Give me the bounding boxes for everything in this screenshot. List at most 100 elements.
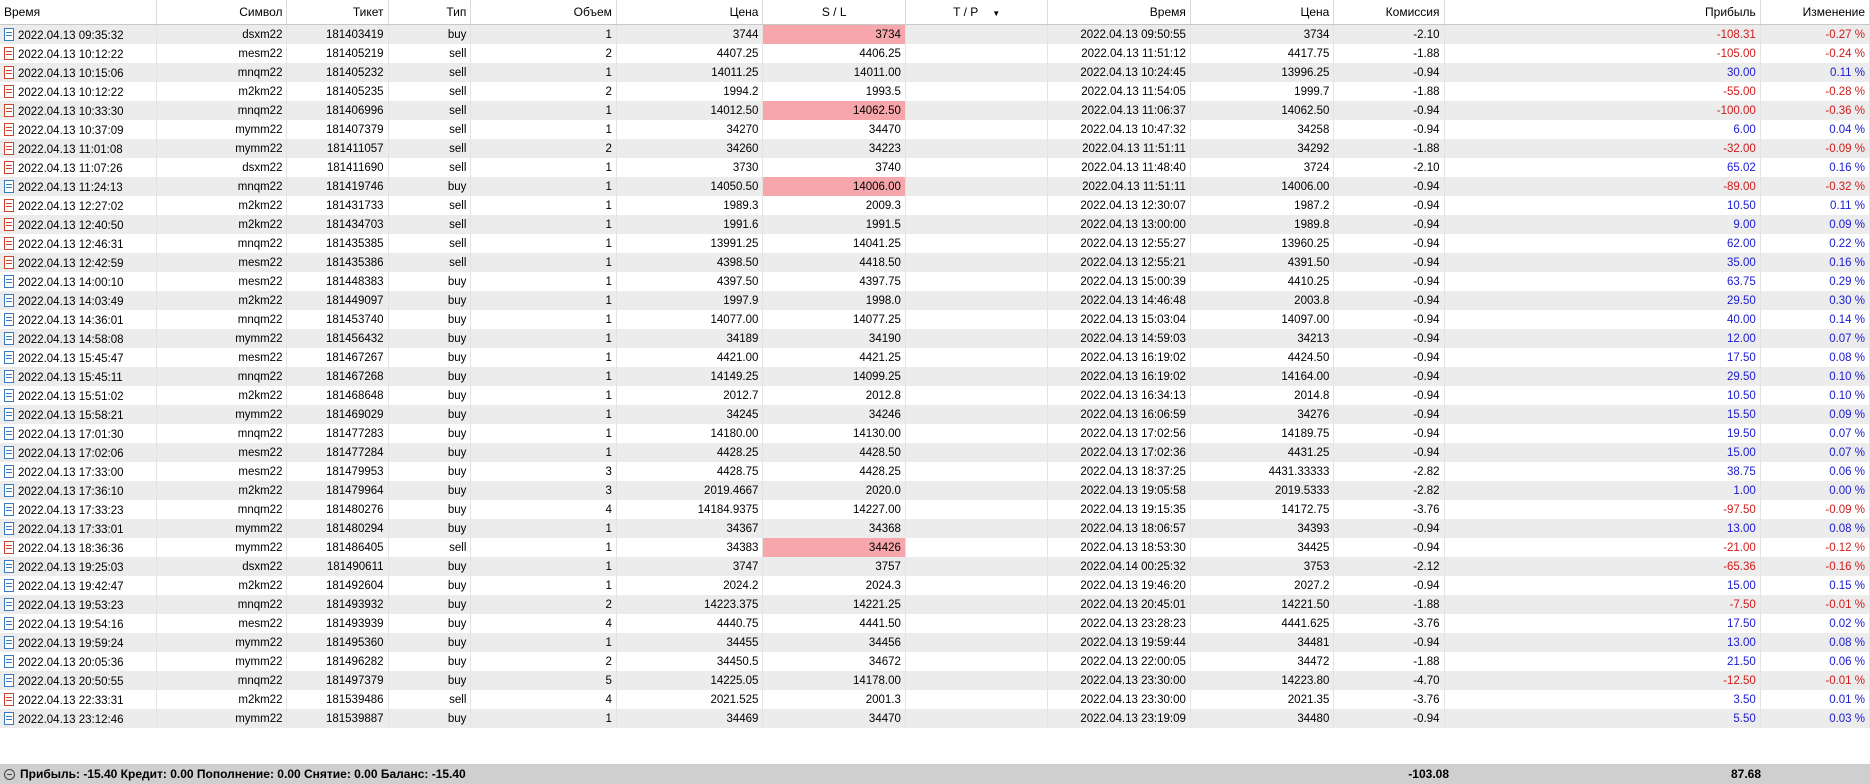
header-ticket[interactable]: Тикет bbox=[286, 0, 389, 25]
table-row[interactable]: 2022.04.13 10:12:22 mesm22 181405219 sell 2 4… bbox=[0, 44, 1870, 63]
cell-tp bbox=[905, 272, 1049, 291]
cell-sl: 4406.25 bbox=[762, 44, 906, 63]
table-row[interactable]: 2022.04.13 14:36:01 mnqm22 181453740 buy 1 14… bbox=[0, 310, 1870, 329]
cell-commission: -0.94 bbox=[1333, 177, 1445, 196]
header-symbol[interactable]: Символ bbox=[156, 0, 288, 25]
table-row[interactable]: 2022.04.13 12:42:59 mesm22 181435386 sell 1 4… bbox=[0, 253, 1870, 272]
table-row[interactable]: 2022.04.13 11:24:13 mnqm22 181419746 buy 1 14… bbox=[0, 177, 1870, 196]
table-row[interactable]: 2022.04.13 17:02:06 mesm22 181477284 buy 1 44… bbox=[0, 443, 1870, 462]
cell-price-close: 14223.80 bbox=[1190, 671, 1335, 690]
cell-tp bbox=[905, 519, 1049, 538]
table-row[interactable]: 2022.04.13 15:58:21 mymm22 181469029 buy 1 34… bbox=[0, 405, 1870, 424]
time-open-text: 2022.04.13 12:46:31 bbox=[18, 238, 124, 251]
header-commission[interactable]: Комиссия bbox=[1333, 0, 1445, 25]
table-row[interactable]: 2022.04.13 17:33:23 mnqm22 181480276 buy 4 14… bbox=[0, 500, 1870, 519]
table-row[interactable]: 2022.04.13 20:05:36 mymm22 181496282 buy 2 34… bbox=[0, 652, 1870, 671]
document-icon bbox=[4, 578, 14, 592]
cell-tp bbox=[905, 329, 1049, 348]
table-row[interactable]: 2022.04.13 10:37:09 mymm22 181407379 sell 1 3… bbox=[0, 120, 1870, 139]
cell-time-open: 2022.04.13 19:42:47 bbox=[0, 576, 158, 595]
cell-volume: 1 bbox=[470, 405, 617, 424]
table-row[interactable]: 2022.04.13 23:12:46 mymm22 181539887 buy 1 34… bbox=[0, 709, 1870, 728]
table-row[interactable]: 2022.04.13 11:07:26 dsxm22 181411690 sell 1 3… bbox=[0, 158, 1870, 177]
cell-time-close: 2022.04.13 23:19:09 bbox=[1047, 709, 1191, 728]
table-row[interactable]: 2022.04.13 15:51:02 m2km22 181468648 buy 1 20… bbox=[0, 386, 1870, 405]
table-row[interactable]: 2022.04.13 10:12:22 m2km22 181405235 sell 2 1… bbox=[0, 82, 1870, 101]
header-time-close[interactable]: Время bbox=[1047, 0, 1191, 25]
table-row[interactable]: 2022.04.13 14:03:49 m2km22 181449097 buy 1 19… bbox=[0, 291, 1870, 310]
collapse-circle-icon[interactable] bbox=[4, 768, 15, 780]
table-row[interactable]: 2022.04.13 12:40:50 m2km22 181434703 sell 1 1… bbox=[0, 215, 1870, 234]
cell-change: 0.10 % bbox=[1760, 386, 1870, 405]
cell-sl: 4397.75 bbox=[762, 272, 906, 291]
cell-change: 0.08 % bbox=[1760, 519, 1870, 538]
table-row[interactable]: 2022.04.13 15:45:11 mnqm22 181467268 buy 1 14… bbox=[0, 367, 1870, 386]
cell-profit: 15.00 bbox=[1444, 576, 1761, 595]
cell-tp bbox=[905, 633, 1049, 652]
cell-type: sell bbox=[388, 101, 472, 120]
table-row[interactable]: 2022.04.13 19:53:23 mnqm22 181493932 buy 2 14… bbox=[0, 595, 1870, 614]
document-icon bbox=[4, 654, 14, 668]
table-row[interactable]: 2022.04.13 11:01:08 mymm22 181411057 sell 2 3… bbox=[0, 139, 1870, 158]
table-row[interactable]: 2022.04.13 18:36:36 mymm22 181486405 sell 1 3… bbox=[0, 538, 1870, 557]
cell-volume: 1 bbox=[470, 424, 617, 443]
cell-price-open: 14184.9375 bbox=[616, 500, 764, 519]
table-row[interactable]: 2022.04.13 22:33:31 m2km22 181539486 sell 4 2… bbox=[0, 690, 1870, 709]
table-row[interactable]: 2022.04.13 17:36:10 m2km22 181479964 buy 3 20… bbox=[0, 481, 1870, 500]
cell-ticket: 181419746 bbox=[286, 177, 389, 196]
cell-type: sell bbox=[388, 690, 472, 709]
cell-time-open: 2022.04.13 12:46:31 bbox=[0, 234, 158, 253]
cell-profit: -7.50 bbox=[1444, 595, 1761, 614]
table-row[interactable]: 2022.04.13 19:25:03 dsxm22 181490611 buy 1 37… bbox=[0, 557, 1870, 576]
table-row[interactable]: 2022.04.13 12:46:31 mnqm22 181435385 sell 1 1… bbox=[0, 234, 1870, 253]
table-row[interactable]: 2022.04.13 10:33:30 mnqm22 181406996 sell 1 1… bbox=[0, 101, 1870, 120]
cell-tp bbox=[905, 500, 1049, 519]
header-sl[interactable]: S / L bbox=[762, 0, 906, 25]
cell-volume: 2 bbox=[470, 82, 617, 101]
table-row[interactable]: 2022.04.13 12:27:02 m2km22 181431733 sell 1 1… bbox=[0, 196, 1870, 215]
trade-history-table: Время Символ Тикет Тип Объем Цена S / L … bbox=[0, 0, 1870, 728]
table-row[interactable]: 2022.04.13 14:00:10 mesm22 181448383 buy 1 43… bbox=[0, 272, 1870, 291]
document-icon bbox=[4, 255, 14, 269]
cell-ticket: 181493939 bbox=[286, 614, 389, 633]
table-row[interactable]: 2022.04.13 10:15:06 mnqm22 181405232 sell 1 1… bbox=[0, 63, 1870, 82]
cell-symbol: mnqm22 bbox=[156, 671, 288, 690]
table-row[interactable]: 2022.04.13 15:45:47 mesm22 181467267 buy 1 44… bbox=[0, 348, 1870, 367]
header-time-open[interactable]: Время bbox=[0, 0, 158, 25]
cell-profit: 5.50 bbox=[1444, 709, 1761, 728]
cell-profit: 1.00 bbox=[1444, 481, 1761, 500]
cell-symbol: m2km22 bbox=[156, 291, 288, 310]
table-row[interactable]: 2022.04.13 09:35:32 dsxm22 181403419 buy 1 37… bbox=[0, 24, 1870, 44]
cell-ticket: 181453740 bbox=[286, 310, 389, 329]
document-icon bbox=[4, 141, 14, 155]
header-price-close[interactable]: Цена bbox=[1190, 0, 1335, 25]
cell-sl: 4428.25 bbox=[762, 462, 906, 481]
cell-price-close: 34425 bbox=[1190, 538, 1335, 557]
table-row[interactable]: 2022.04.13 20:50:55 mnqm22 181497379 buy 5 14… bbox=[0, 671, 1870, 690]
header-volume[interactable]: Объем bbox=[470, 0, 617, 25]
table-row[interactable]: 2022.04.13 17:33:00 mesm22 181479953 buy 3 44… bbox=[0, 462, 1870, 481]
table-row[interactable]: 2022.04.13 19:42:47 m2km22 181492604 buy 1 20… bbox=[0, 576, 1870, 595]
table-row[interactable]: 2022.04.13 17:33:01 mymm22 181480294 buy 1 34… bbox=[0, 519, 1870, 538]
cell-change: 0.11 % bbox=[1760, 63, 1870, 82]
header-tp[interactable]: T / P ▼ bbox=[905, 0, 1049, 25]
cell-type: sell bbox=[388, 538, 472, 557]
document-icon bbox=[4, 483, 14, 497]
table-row[interactable]: 2022.04.13 19:54:16 mesm22 181493939 buy 4 44… bbox=[0, 614, 1870, 633]
header-price-open[interactable]: Цена bbox=[616, 0, 764, 25]
header-type[interactable]: Тип bbox=[388, 0, 472, 25]
cell-price-close: 4417.75 bbox=[1190, 44, 1335, 63]
time-open-text: 2022.04.13 12:40:50 bbox=[18, 219, 124, 232]
header-profit[interactable]: Прибыль bbox=[1444, 0, 1761, 25]
table-row[interactable]: 2022.04.13 17:01:30 mnqm22 181477283 buy 1 14… bbox=[0, 424, 1870, 443]
table-row[interactable]: 2022.04.13 19:59:24 mymm22 181495360 buy 1 34… bbox=[0, 633, 1870, 652]
time-open-text: 2022.04.13 10:12:22 bbox=[18, 86, 124, 99]
header-change[interactable]: Изменение bbox=[1760, 0, 1870, 25]
cell-time-close: 2022.04.13 23:28:23 bbox=[1047, 614, 1191, 633]
document-icon bbox=[4, 502, 14, 516]
cell-price-open: 4421.00 bbox=[616, 348, 764, 367]
time-open-text: 2022.04.13 19:42:47 bbox=[18, 580, 124, 593]
cell-ticket: 181496282 bbox=[286, 652, 389, 671]
table-row[interactable]: 2022.04.13 14:58:08 mymm22 181456432 buy 1 34… bbox=[0, 329, 1870, 348]
cell-profit: -21.00 bbox=[1444, 538, 1761, 557]
